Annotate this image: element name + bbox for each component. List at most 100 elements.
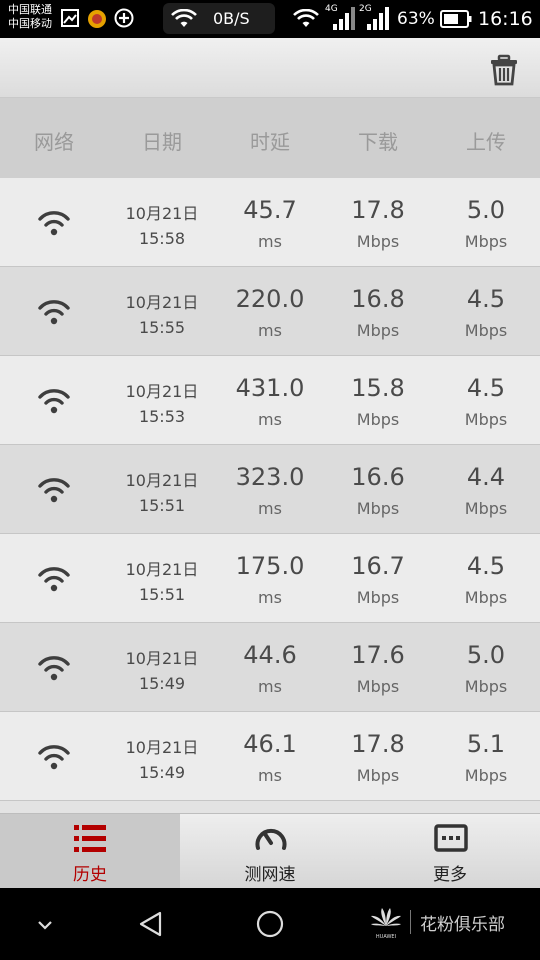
bottom-nav: 历史 测网速 更多 [0,813,540,889]
upload-unit: Mbps [464,321,508,340]
upload-unit: Mbps [464,766,508,785]
clock: 16:16 [478,8,533,30]
download-unit: Mbps [356,232,400,251]
history-table: 10月21日 15:58 45.7 ms 17.8 Mbps 5.0 Mbps … [0,178,540,801]
home-icon[interactable] [256,910,284,942]
network-cell [0,267,108,356]
upload-cell: 5.0 Mbps [432,623,540,712]
latency-value: 175.0 [235,552,305,580]
table-row[interactable]: 10月21日 15:58 45.7 ms 17.8 Mbps 5.0 Mbps [0,178,540,267]
row-date: 10月21日 [125,293,199,312]
huawei-logo-icon: HUAWEI [368,904,404,944]
system-nav-bar: HUAWEI 花粉俱乐部 [0,888,540,960]
download-value: 17.6 [351,641,405,669]
tab-history[interactable]: 历史 [0,814,180,889]
hide-nav-chevron-icon[interactable] [36,916,54,935]
latency-unit: ms [258,232,282,251]
upload-cell: 5.1 Mbps [432,712,540,801]
download-value: 16.8 [351,285,405,313]
row-date: 10月21日 [125,382,199,401]
network-cell [0,356,108,445]
header-date: 日期 [142,130,182,154]
table-row[interactable]: 10月21日 15:51 323.0 ms 16.6 Mbps 4.4 Mbps [0,445,540,534]
table-row[interactable]: 10月21日 15:51 175.0 ms 16.7 Mbps 4.5 Mbps [0,534,540,623]
upload-cell: 4.4 Mbps [432,445,540,534]
row-date: 10月21日 [125,471,199,490]
date-cell: 10月21日 15:49 [108,712,216,801]
signal-4g-icon: 4G [325,4,355,36]
wifi-icon [37,210,71,240]
download-cell: 17.8 Mbps [324,712,432,801]
tab-speed-test[interactable]: 测网速 [180,814,360,889]
app-notification-icon [87,9,107,33]
upload-value: 4.5 [466,552,506,580]
latency-unit: ms [258,588,282,607]
download-value: 16.6 [351,463,405,491]
latency-value: 220.0 [235,285,305,313]
row-time: 15:53 [138,407,186,426]
upload-value: 4.5 [466,285,506,313]
wifi-icon [37,477,71,507]
download-unit: Mbps [356,677,400,696]
status-bar: 中国联通 中国移动 0B/S 4G 2G 63% 16:16 [0,0,540,38]
download-unit: Mbps [356,499,400,518]
upload-cell: 5.0 Mbps [432,178,540,267]
table-header: 网络 日期 时延 下载 上传 [0,98,540,178]
latency-unit: ms [258,677,282,696]
signal-2g-icon: 2G [359,4,389,36]
table-row[interactable]: 10月21日 15:49 44.6 ms 17.6 Mbps 5.0 Mbps [0,623,540,712]
wifi-icon [37,655,71,685]
row-date: 10月21日 [125,204,199,223]
row-time: 15:51 [138,496,186,515]
download-unit: Mbps [356,766,400,785]
latency-unit: ms [258,410,282,429]
download-cell: 17.6 Mbps [324,623,432,712]
row-time: 15:49 [138,674,186,693]
download-unit: Mbps [356,588,400,607]
latency-cell: 44.6 ms [216,623,324,712]
back-icon[interactable] [137,910,165,942]
row-time: 15:58 [138,229,186,248]
carrier-1: 中国联通 [8,3,52,16]
download-value: 16.7 [351,552,405,580]
latency-unit: ms [258,321,282,340]
date-cell: 10月21日 15:49 [108,623,216,712]
brand-divider [410,910,411,934]
header-upload: 上传 [466,130,506,154]
row-time: 15:55 [138,318,186,337]
upload-cell: 4.5 Mbps [432,267,540,356]
header-network: 网络 [34,130,74,154]
download-value: 15.8 [351,374,405,402]
latency-cell: 220.0 ms [216,267,324,356]
wifi-status-icon [171,8,197,33]
huawei-logo-text: HUAWEI [376,934,396,940]
wifi-icon [37,566,71,596]
row-date: 10月21日 [125,649,199,668]
upload-value: 5.0 [466,641,506,669]
table-row[interactable]: 10月21日 15:49 46.1 ms 17.8 Mbps 5.1 Mbps [0,712,540,801]
upload-value: 5.0 [466,196,506,224]
date-cell: 10月21日 15:51 [108,445,216,534]
latency-cell: 175.0 ms [216,534,324,623]
network-speed-indicator: 0B/S [163,3,275,34]
download-value: 17.8 [351,196,405,224]
network-cell [0,178,108,267]
table-row[interactable]: 10月21日 15:53 431.0 ms 15.8 Mbps 4.5 Mbps [0,356,540,445]
net-4g-label: 4G [325,4,338,14]
download-cell: 16.8 Mbps [324,267,432,356]
app-bar [0,38,540,98]
wifi-icon [37,299,71,329]
upload-unit: Mbps [464,410,508,429]
row-date: 10月21日 [125,738,199,757]
tab-more-label: 更多 [433,865,467,885]
trash-icon[interactable] [488,54,520,86]
tab-more[interactable]: 更多 [360,814,540,889]
date-cell: 10月21日 15:55 [108,267,216,356]
download-value: 17.8 [351,730,405,758]
table-row[interactable]: 10月21日 15:55 220.0 ms 16.8 Mbps 4.5 Mbps [0,267,540,356]
wifi-signal-icon [293,8,319,33]
more-dots-icon [434,824,468,858]
latency-cell: 46.1 ms [216,712,324,801]
network-cell [0,534,108,623]
latency-value: 431.0 [235,374,305,402]
